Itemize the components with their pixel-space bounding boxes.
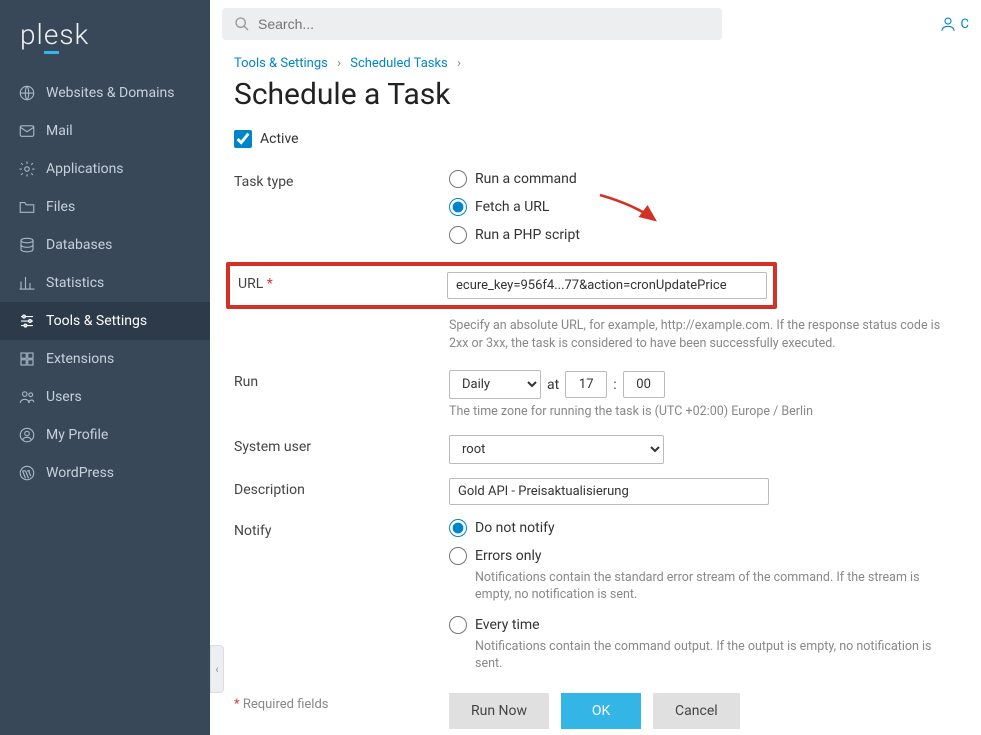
sidebar-item-label: Users xyxy=(46,389,82,405)
notify-always-help: Notifications contain the command output… xyxy=(475,638,957,673)
run-hour-input[interactable] xyxy=(565,371,607,398)
folder-icon xyxy=(18,198,36,216)
chevron-right-icon: › xyxy=(451,56,467,71)
description-input[interactable] xyxy=(449,478,769,505)
task-type-url-radio[interactable] xyxy=(449,198,467,216)
url-help: Specify an absolute URL, for example, ht… xyxy=(449,317,957,352)
sidebar-item-wordpress[interactable]: WordPress xyxy=(0,454,210,492)
search-box[interactable] xyxy=(222,8,722,40)
sidebar: plesk Websites & Domains Mail Applications… xyxy=(0,0,210,735)
breadcrumb-item-scheduled[interactable]: Scheduled Tasks xyxy=(350,56,448,71)
sidebar-item-label: Statistics xyxy=(46,275,104,291)
task-type-cmd-label: Run a command xyxy=(475,171,577,187)
sidebar-item-label: Mail xyxy=(46,123,73,139)
notify-errors-label: Errors only xyxy=(475,548,541,564)
task-type-url-label: Fetch a URL xyxy=(475,199,549,215)
sidebar-nav: Websites & Domains Mail Applications Files D… xyxy=(0,74,210,492)
mail-icon xyxy=(18,122,36,140)
url-label: URL * xyxy=(236,272,447,292)
sidebar-item-extensions[interactable]: Extensions xyxy=(0,340,210,378)
page-title: Schedule a Task xyxy=(234,77,957,112)
profile-icon xyxy=(18,426,36,444)
arrow-annotation xyxy=(595,190,665,230)
sidebar-item-label: Databases xyxy=(46,237,112,253)
task-type-php-label: Run a PHP script xyxy=(475,227,580,243)
notify-none-label: Do not notify xyxy=(475,520,555,536)
notify-always-label: Every time xyxy=(475,617,540,633)
run-frequency-select[interactable]: Daily xyxy=(449,370,541,399)
url-input[interactable] xyxy=(447,272,767,299)
system-user-row: System user root xyxy=(234,435,957,464)
run-help: The time zone for running the task is (U… xyxy=(449,403,957,421)
wordpress-icon xyxy=(18,464,36,482)
users-icon xyxy=(18,388,36,406)
notify-label: Notify xyxy=(234,519,449,539)
sidebar-item-statistics[interactable]: Statistics xyxy=(0,264,210,302)
sidebar-item-label: Websites & Domains xyxy=(46,85,174,101)
notify-always-radio[interactable] xyxy=(449,616,467,634)
sidebar-item-applications[interactable]: Applications xyxy=(0,150,210,188)
url-highlighted-row: URL * xyxy=(226,262,777,309)
content: Tools & Settings › Scheduled Tasks › Sch… xyxy=(210,48,981,735)
main-area: C Tools & Settings › Scheduled Tasks › S… xyxy=(210,0,981,735)
footer-row: * Required fields Run Now OK Cancel xyxy=(234,693,957,729)
gear-icon xyxy=(18,160,36,178)
task-type-cmd-radio[interactable] xyxy=(449,170,467,188)
sidebar-item-files[interactable]: Files xyxy=(0,188,210,226)
run-at-label: at xyxy=(547,377,559,393)
stats-icon xyxy=(18,274,36,292)
sidebar-item-label: Files xyxy=(46,199,75,215)
description-row: Description xyxy=(234,478,957,505)
cancel-button[interactable]: Cancel xyxy=(653,693,740,729)
database-icon xyxy=(18,236,36,254)
search-icon xyxy=(234,16,250,32)
sidebar-item-mail[interactable]: Mail xyxy=(0,112,210,150)
brand-logo: plesk xyxy=(0,0,210,74)
puzzle-icon xyxy=(18,350,36,368)
sidebar-item-label: Extensions xyxy=(46,351,114,367)
sidebar-item-label: Applications xyxy=(46,161,124,177)
active-checkbox[interactable] xyxy=(234,130,252,148)
chevron-right-icon: › xyxy=(331,56,347,71)
active-checkbox-row: Active xyxy=(234,130,957,148)
search-input[interactable] xyxy=(258,16,710,32)
notify-errors-radio[interactable] xyxy=(449,547,467,565)
user-link-text: C xyxy=(961,17,969,32)
user-icon xyxy=(939,15,957,33)
sidebar-item-tools-settings[interactable]: Tools & Settings xyxy=(0,302,210,340)
task-type-php-radio[interactable] xyxy=(449,226,467,244)
run-minute-input[interactable] xyxy=(623,371,665,398)
sidebar-item-label: Tools & Settings xyxy=(46,313,147,329)
sidebar-item-users[interactable]: Users xyxy=(0,378,210,416)
run-now-button[interactable]: Run Now xyxy=(449,693,549,729)
active-label: Active xyxy=(260,131,299,147)
task-type-label: Task type xyxy=(234,170,449,190)
sidebar-item-label: My Profile xyxy=(46,427,108,443)
sidebar-item-label: WordPress xyxy=(46,465,114,481)
user-link[interactable]: C xyxy=(939,15,969,33)
sidebar-collapse-toggle[interactable]: ‹ xyxy=(210,645,224,693)
sidebar-item-databases[interactable]: Databases xyxy=(0,226,210,264)
sidebar-item-my-profile[interactable]: My Profile xyxy=(0,416,210,454)
run-label: Run xyxy=(234,370,449,390)
sliders-icon xyxy=(18,312,36,330)
system-user-select[interactable]: root xyxy=(449,435,664,464)
globe-icon xyxy=(18,84,36,102)
required-note: * Required fields xyxy=(234,693,449,712)
run-row: Run Daily at : The time zone for running… xyxy=(234,370,957,421)
run-colon: : xyxy=(613,377,616,393)
notify-none-radio[interactable] xyxy=(449,519,467,537)
description-label: Description xyxy=(234,478,449,498)
breadcrumb-item-tools[interactable]: Tools & Settings xyxy=(234,56,328,71)
ok-button[interactable]: OK xyxy=(561,693,641,729)
breadcrumb: Tools & Settings › Scheduled Tasks › xyxy=(234,56,957,71)
sidebar-item-websites-domains[interactable]: Websites & Domains xyxy=(0,74,210,112)
notify-row: Notify Do not notify Errors only Notific… xyxy=(234,519,957,673)
system-user-label: System user xyxy=(234,435,449,455)
topbar: C xyxy=(210,0,981,48)
notify-errors-help: Notifications contain the standard error… xyxy=(475,569,957,604)
